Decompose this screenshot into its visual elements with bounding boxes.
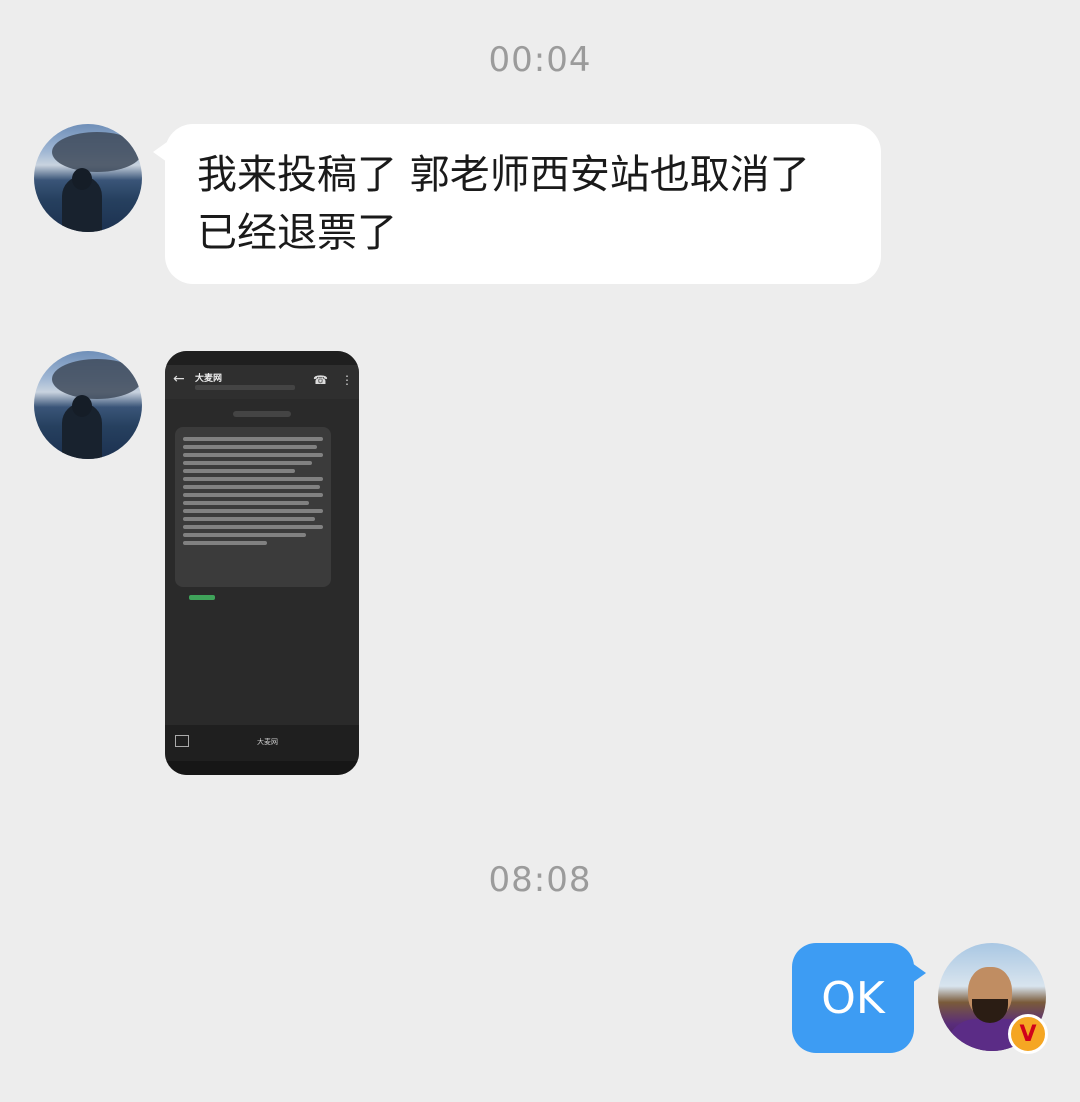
more-options-icon: ⋮ [341,373,353,387]
screenshot-sender-subtitle [195,385,295,390]
avatar-head [72,168,92,190]
contact-avatar[interactable] [34,124,142,232]
incoming-message-bubble[interactable]: 我来投稿了 郭老师西安站也取消了已经退票了 [153,124,881,284]
avatar-cloud [52,132,142,172]
screenshot-sms-bubble [175,427,331,587]
message-text: 我来投稿了 郭老师西安站也取消了已经退票了 [197,152,810,256]
screenshot-bottom-bar: 大麦网 [165,725,359,761]
screenshot-status-bar [165,351,359,365]
timestamp: 00:04 [488,40,592,80]
screenshot-brand-label: 大麦网 [257,738,278,746]
message-text: OK [821,972,885,1024]
avatar-cloud [52,359,142,399]
phone-icon: ☎ [313,373,328,387]
verified-badge-icon: V [1008,1014,1048,1054]
screenshot-status-link [189,595,215,600]
back-arrow-icon: ← [173,371,185,387]
outgoing-message-bubble[interactable]: OK [792,943,926,1053]
screenshot-sender-name: 大麦网 [195,374,223,384]
avatar-head [72,395,92,417]
contact-avatar[interactable] [34,351,142,459]
timestamp: 08:08 [488,860,592,900]
screenshot-nav-bar [165,761,359,775]
image-message-screenshot[interactable]: ← 大麦网 ☎ ⋮ 大麦网 [165,351,359,775]
screenshot-date-tag [233,411,291,417]
image-icon [175,735,189,747]
chat-view: 00:04 我来投稿了 郭老师西安站也取消了已经退票了 ← 大麦网 ☎ ⋮ 大麦… [0,0,1080,1102]
screenshot-top-bar: ← 大麦网 ☎ ⋮ [165,365,359,399]
